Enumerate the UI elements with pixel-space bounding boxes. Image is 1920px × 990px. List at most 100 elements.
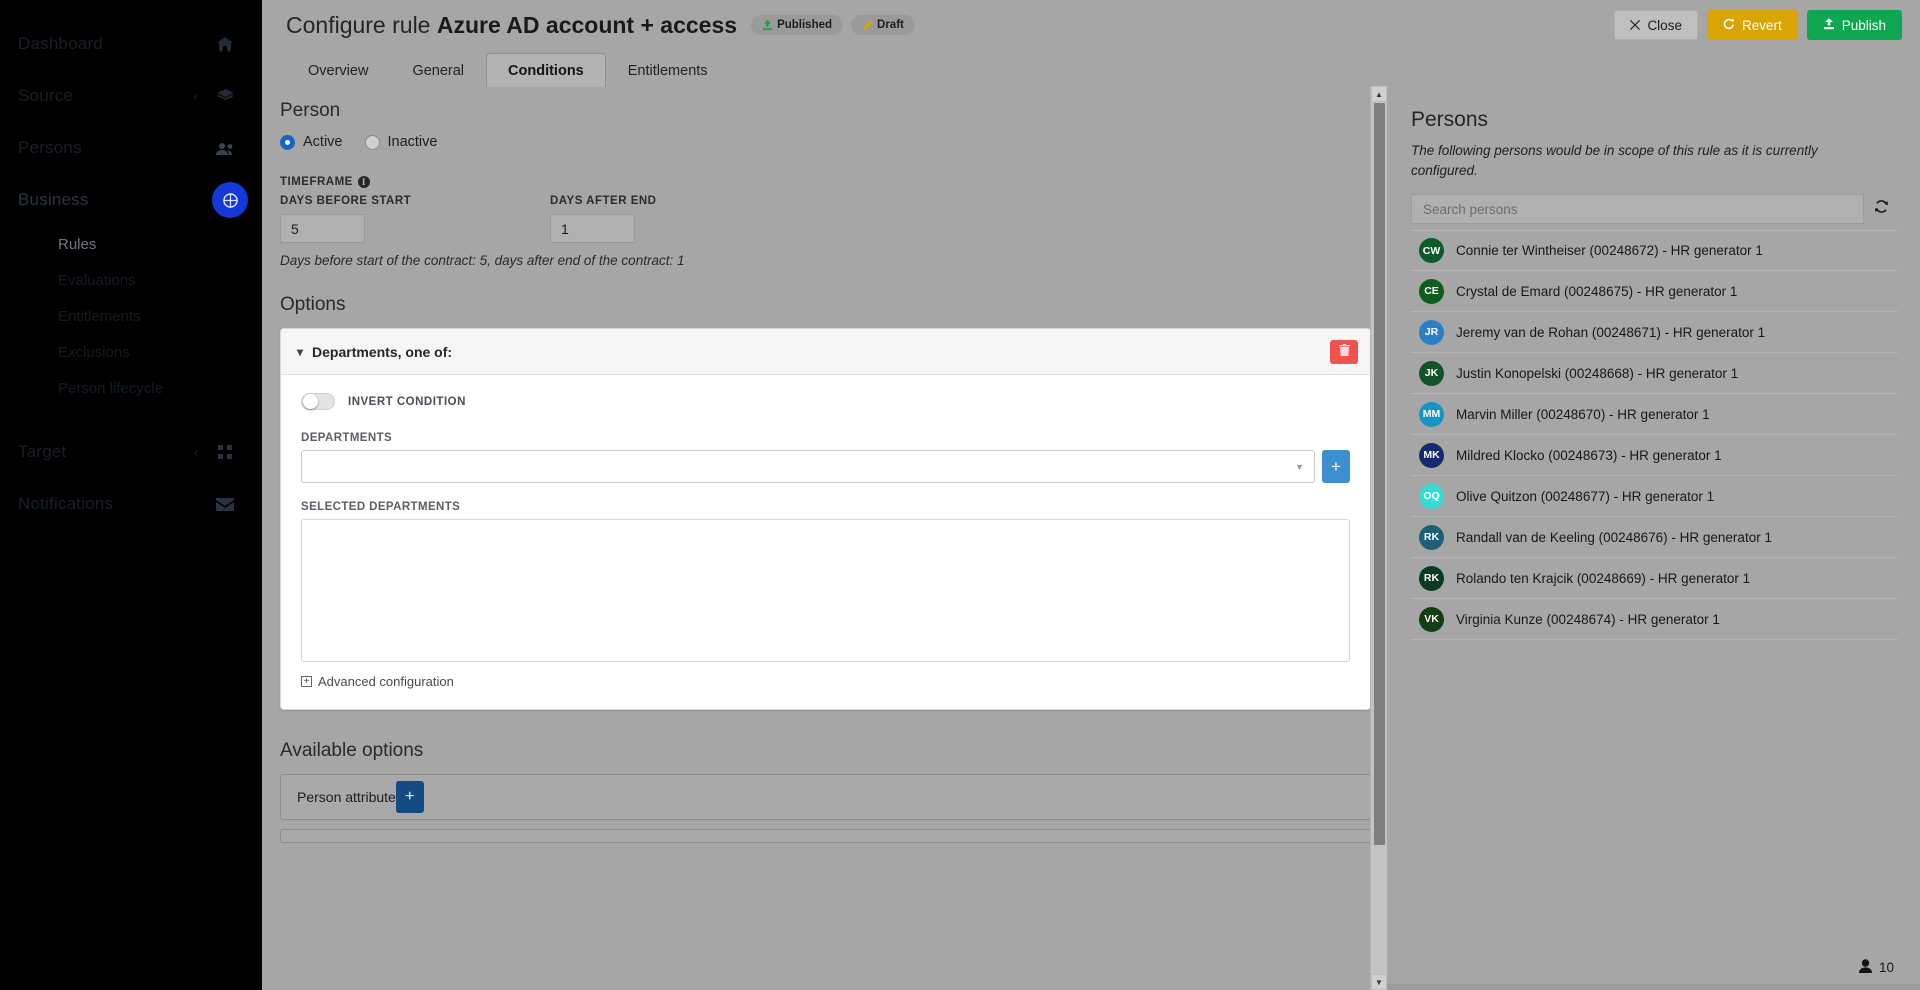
info-icon[interactable]: i (357, 176, 370, 188)
scrollbar-thumb[interactable] (1374, 103, 1385, 845)
status-badges: Published Draft (751, 15, 915, 35)
sidebar-subitem-rules[interactable]: Rules (32, 226, 262, 262)
list-item[interactable]: CE Crystal de Emard (00248675) - HR gene… (1411, 271, 1898, 313)
business-icon (212, 182, 248, 218)
avatar: VK (1419, 606, 1444, 632)
avatar: JK (1419, 360, 1444, 386)
radio-option-active[interactable]: Active (280, 134, 343, 150)
revert-button[interactable]: Revert (1706, 10, 1798, 40)
radio-option-inactive[interactable]: Inactive (364, 134, 437, 150)
days-after-end-label: DAYS AFTER END (550, 195, 657, 207)
topbar-actions: Close Revert Publish (1614, 10, 1902, 40)
conditions-form-panel: Person Active Inactive TIMEFRAME I DAYS … (262, 86, 1387, 990)
search-persons-input[interactable] (1411, 194, 1864, 225)
app-root: Dashboard Source ‹ Persons Business ⌄ (0, 0, 1920, 990)
condition-card-header[interactable]: ▾ Departments, one of: (281, 329, 1370, 375)
page-title-prefix: Configure rule (286, 11, 437, 38)
avatar: CW (1419, 238, 1444, 264)
list-item[interactable]: RK Randall van de Keeling (00248676) - H… (1411, 517, 1898, 559)
available-option-row-partial[interactable] (280, 829, 1371, 843)
list-item[interactable]: JR Jeremy van de Rohan (00248671) - HR g… (1411, 312, 1898, 354)
days-before-start-label: DAYS BEFORE START (280, 195, 412, 207)
tab-general[interactable]: General (390, 53, 486, 87)
selected-departments-area[interactable] (301, 519, 1350, 662)
page-title-name: Azure AD account + access (436, 11, 738, 38)
sidebar-item-label: Persons (18, 138, 82, 157)
avatar: MK (1419, 442, 1444, 468)
list-item[interactable]: MK Mildred Klocko (00248673) - HR genera… (1411, 435, 1898, 477)
condition-card: ▾ Departments, one of: INVERT CONDITION … (280, 328, 1371, 710)
days-after-end-group: DAYS AFTER END (550, 195, 820, 243)
list-item[interactable]: JK Justin Konopelski (00248668) - HR gen… (1411, 353, 1898, 395)
scroll-up-arrow[interactable]: ▲ (1371, 86, 1387, 102)
radio-active-label: Active (303, 134, 343, 150)
chevron-left-icon[interactable]: ‹ (194, 90, 198, 103)
people-icon (214, 142, 236, 155)
home-icon (214, 37, 236, 51)
sidebar-subitem-evaluations[interactable]: Evaluations (32, 262, 262, 298)
departments-select[interactable]: ▼ (301, 450, 1315, 483)
days-before-start-group: DAYS BEFORE START (280, 195, 550, 243)
persons-panel: Persons The following persons would be i… (1387, 86, 1920, 990)
publish-icon (762, 19, 773, 31)
refresh-persons-button[interactable] (1864, 194, 1898, 224)
sidebar-item-business[interactable]: Business ⌄ (0, 174, 262, 226)
body-split: Person Active Inactive TIMEFRAME I DAYS … (262, 86, 1920, 990)
main-scrollbar[interactable]: ▲ ▼ (1370, 86, 1387, 990)
sidebar-item-target[interactable]: Target ‹ (0, 426, 262, 478)
close-button[interactable]: Close (1614, 10, 1698, 40)
radio-inactive-input[interactable] (364, 134, 380, 150)
sidebar-subitem-exclusions[interactable]: Exclusions (32, 334, 262, 370)
expand-plus-icon: + (301, 676, 312, 687)
sidebar-subnav: Rules Evaluations Entitlements Exclusion… (0, 226, 262, 406)
topbar: Configure rule Azure AD account + access… (262, 0, 1920, 50)
publish-button-label: Publish (1841, 17, 1886, 33)
timeframe-label-text: TIMEFRAME (280, 176, 353, 188)
sidebar-subitem-entitlements[interactable]: Entitlements (32, 298, 262, 334)
condition-title-label: Departments, one of: (312, 343, 453, 360)
radio-active-input[interactable] (280, 134, 295, 150)
list-item[interactable]: VK Virginia Kunze (00248674) - HR genera… (1411, 599, 1898, 641)
add-department-button[interactable]: + (1322, 450, 1350, 483)
chevron-down-icon[interactable]: ▾ (297, 345, 303, 359)
list-item[interactable]: MM Marvin Miller (00248670) - HR generat… (1411, 394, 1898, 436)
sidebar-item-notifications[interactable]: Notifications (0, 478, 262, 530)
tab-entitlements[interactable]: Entitlements (606, 53, 730, 87)
status-badge-draft: Draft (851, 15, 915, 35)
panel-bottom-strip (1387, 984, 1920, 990)
sidebar-item-dashboard[interactable]: Dashboard (0, 18, 262, 70)
avatar: MM (1419, 401, 1444, 427)
chevron-left-icon[interactable]: ‹ (194, 446, 198, 459)
list-item[interactable]: CW Connie ter Wintheiser (00248672) - HR… (1411, 230, 1898, 272)
sidebar-subitem-person-lifecycle[interactable]: Person lifecycle (32, 370, 262, 406)
status-badge-label: Draft (877, 19, 904, 31)
add-available-option-button[interactable]: + (395, 781, 424, 813)
scroll-down-arrow[interactable]: ▼ (1371, 974, 1387, 990)
sidebar-subitem-label: Exclusions (58, 343, 130, 361)
days-before-start-input[interactable] (280, 214, 365, 243)
tab-conditions[interactable]: Conditions (486, 53, 606, 87)
publish-button[interactable]: Publish (1806, 10, 1902, 40)
days-after-end-input[interactable] (550, 214, 635, 243)
sidebar-item-persons[interactable]: Persons (0, 122, 262, 174)
list-item[interactable]: RK Rolando ten Krajcik (00248669) - HR g… (1411, 558, 1898, 600)
status-badge-label: Published (777, 19, 833, 31)
person-name: Justin Konopelski (00248668) - HR genera… (1456, 365, 1739, 381)
list-item[interactable]: OQ Olive Quitzon (00248677) - HR generat… (1411, 476, 1898, 518)
avatar: RK (1419, 524, 1444, 550)
delete-condition-button[interactable] (1330, 339, 1358, 364)
mail-icon (214, 497, 236, 511)
available-option-row[interactable]: Person attribute + (280, 774, 1371, 820)
sidebar-item-source[interactable]: Source ‹ (0, 70, 262, 122)
invert-condition-toggle[interactable] (301, 393, 335, 410)
avatar: JR (1419, 319, 1444, 345)
trash-icon (1338, 343, 1350, 361)
person-name: Mildred Klocko (00248673) - HR generator… (1456, 447, 1722, 463)
tab-overview[interactable]: Overview (286, 53, 390, 87)
persons-panel-description: The following persons would be in scope … (1411, 143, 1818, 178)
person-name: Olive Quitzon (00248677) - HR generator … (1456, 488, 1715, 504)
tab-bar: Overview General Conditions Entitlements (262, 50, 1920, 87)
advanced-configuration-toggle[interactable]: + Advanced configuration (301, 674, 1350, 695)
sidebar-item-label: Source (18, 86, 74, 105)
